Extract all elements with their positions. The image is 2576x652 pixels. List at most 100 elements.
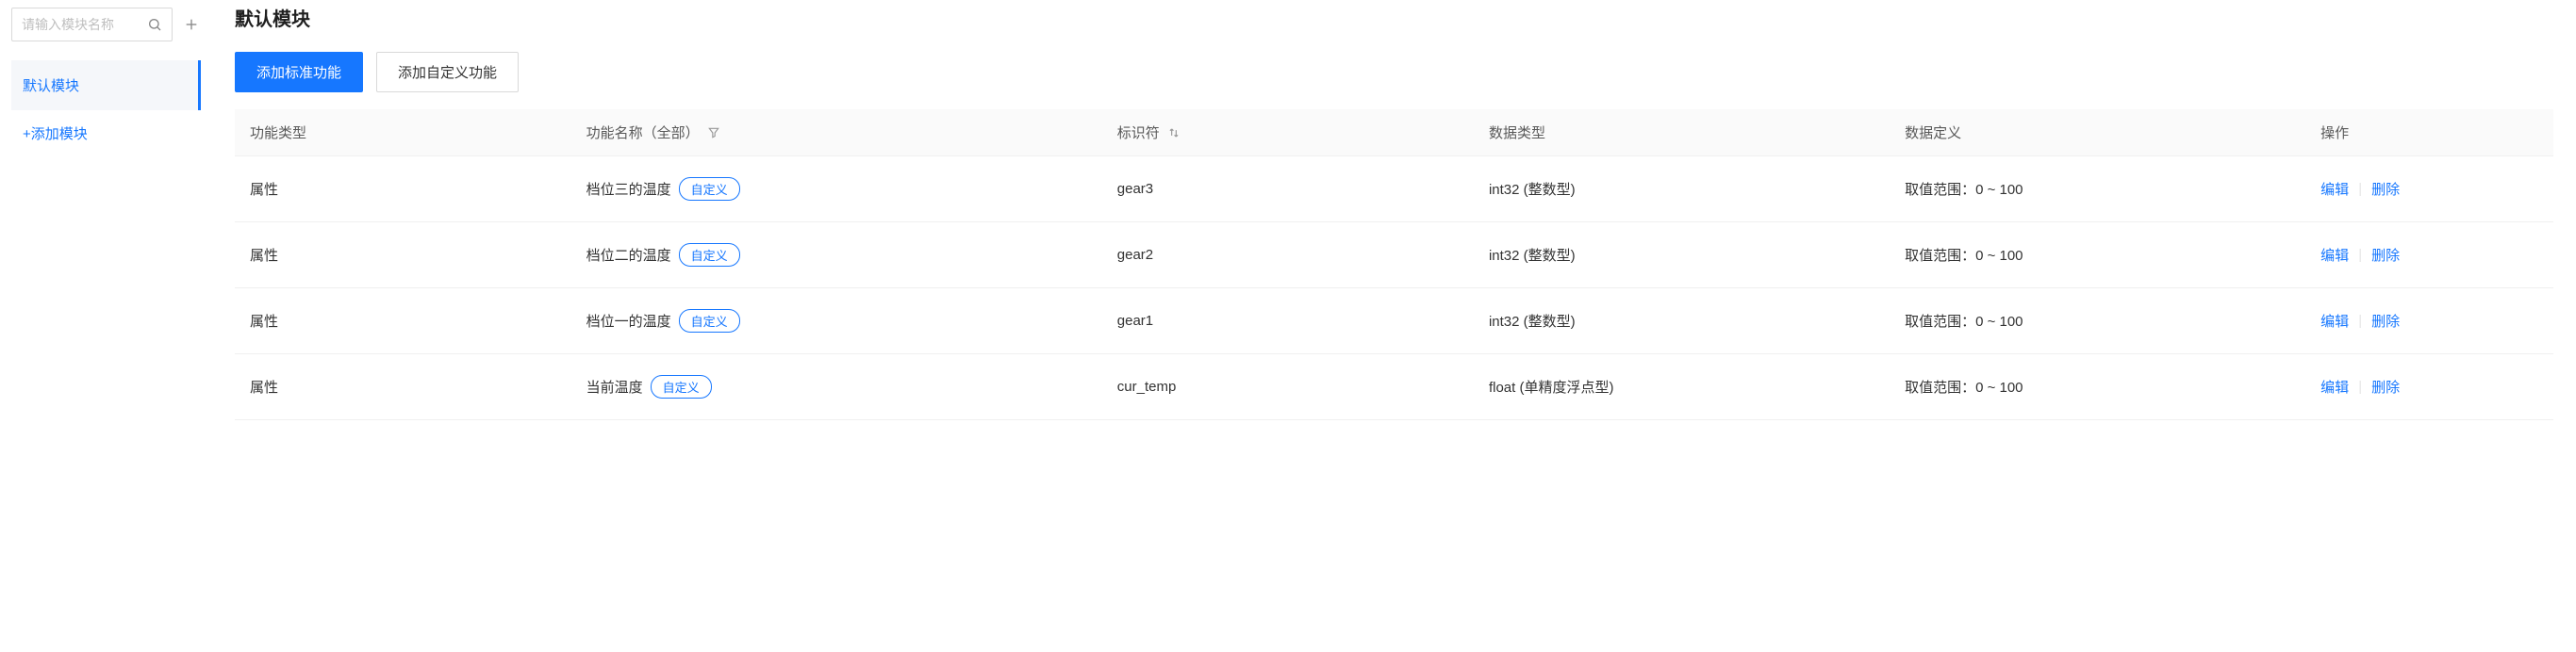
th-type: 功能类型 <box>235 109 571 156</box>
cell-identifier-text: gear1 <box>1117 313 1153 329</box>
filter-icon[interactable] <box>707 126 720 139</box>
th-identifier-label: 标识符 <box>1117 122 1160 142</box>
cell-identifier: gear1 <box>1102 288 1474 354</box>
action-links: 编辑 | 删除 <box>2320 245 2538 265</box>
cell-data-def-text: 取值范围：0 ~ 100 <box>1905 380 2023 396</box>
cell-type-text: 属性 <box>250 380 278 396</box>
custom-tag: 自定义 <box>679 243 740 267</box>
th-data-type: 数据类型 <box>1474 109 1890 156</box>
page-title: 默认模块 <box>235 4 2553 31</box>
cell-data-type: int32 (整数型) <box>1474 288 1890 354</box>
action-divider: | <box>2358 181 2362 197</box>
cell-type: 属性 <box>235 222 571 288</box>
cell-data-type-text: int32 (整数型) <box>1489 182 1576 198</box>
action-divider: | <box>2358 313 2362 329</box>
cell-name: 档位一的温度自定义 <box>571 288 1102 354</box>
add-custom-button[interactable]: 添加自定义功能 <box>376 52 519 92</box>
cell-data-def: 取值范围：0 ~ 100 <box>1890 222 2305 288</box>
cell-identifier-text: gear3 <box>1117 181 1153 197</box>
cell-name-text: 档位三的温度 <box>586 182 671 198</box>
cell-name-text: 档位二的温度 <box>586 248 671 264</box>
sort-icon[interactable] <box>1167 126 1181 139</box>
th-ops-label: 操作 <box>2320 125 2349 141</box>
cell-data-def-text: 取值范围：0 ~ 100 <box>1905 248 2023 264</box>
th-name[interactable]: 功能名称（全部） <box>571 109 1102 156</box>
custom-tag: 自定义 <box>651 375 712 399</box>
cell-type-text: 属性 <box>250 314 278 330</box>
add-standard-button[interactable]: 添加标准功能 <box>235 52 363 92</box>
cell-data-def: 取值范围：0 ~ 100 <box>1890 156 2305 222</box>
custom-tag: 自定义 <box>679 309 740 333</box>
cell-identifier-text: gear2 <box>1117 247 1153 263</box>
cell-identifier-text: cur_temp <box>1117 379 1177 395</box>
edit-link[interactable]: 编辑 <box>2320 311 2349 331</box>
cell-ops: 编辑 | 删除 <box>2305 156 2553 222</box>
cell-data-def: 取值范围：0 ~ 100 <box>1890 354 2305 420</box>
cell-type-text: 属性 <box>250 182 278 198</box>
cell-data-type: int32 (整数型) <box>1474 222 1890 288</box>
edit-link[interactable]: 编辑 <box>2320 377 2349 397</box>
th-name-label: 功能名称（全部） <box>586 122 700 142</box>
add-module-label: +添加模块 <box>23 126 88 142</box>
cell-identifier: gear2 <box>1102 222 1474 288</box>
search-input[interactable] <box>22 17 147 32</box>
module-list: 默认模块 +添加模块 <box>11 60 201 156</box>
th-data-type-label: 数据类型 <box>1489 125 1545 141</box>
cell-ops: 编辑 | 删除 <box>2305 222 2553 288</box>
th-data-def: 数据定义 <box>1890 109 2305 156</box>
sidebar-item-label: 默认模块 <box>23 78 79 94</box>
th-identifier[interactable]: 标识符 <box>1102 109 1474 156</box>
th-type-label: 功能类型 <box>250 125 306 141</box>
search-icon <box>147 17 162 32</box>
sidebar-item-default-module[interactable]: 默认模块 <box>11 60 201 110</box>
cell-name: 档位二的温度自定义 <box>571 222 1102 288</box>
delete-link[interactable]: 删除 <box>2371 311 2400 331</box>
sidebar: 默认模块 +添加模块 <box>0 0 212 652</box>
search-box[interactable] <box>11 8 173 41</box>
delete-link[interactable]: 删除 <box>2371 377 2400 397</box>
cell-type-text: 属性 <box>250 248 278 264</box>
table-row: 属性档位二的温度自定义gear2int32 (整数型)取值范围：0 ~ 100 … <box>235 222 2553 288</box>
table-row: 属性 当前温度自定义 cur_temp float (单精度浮点型) 取值范围：0 ~ … <box>235 354 2553 420</box>
edit-link[interactable]: 编辑 <box>2320 179 2349 199</box>
action-links: 编辑 | 删除 <box>2320 311 2538 331</box>
cell-data-type: int32 (整数型) <box>1474 156 1890 222</box>
cell-data-type-text: float (单精度浮点型) <box>1489 380 1614 396</box>
cell-identifier: gear3 <box>1102 156 1474 222</box>
table-header-row: 功能类型 功能名称（全部） 标识符 <box>235 109 2553 156</box>
button-row: 添加标准功能 添加自定义功能 <box>235 52 2553 92</box>
cell-data-type-text: int32 (整数型) <box>1489 314 1576 330</box>
cell-name: 当前温度自定义 <box>571 354 1102 420</box>
cell-name-text: 档位一的温度 <box>586 314 671 330</box>
cell-type: 属性 <box>235 354 571 420</box>
action-divider: | <box>2358 379 2362 395</box>
cell-type: 属性 <box>235 288 571 354</box>
delete-link[interactable]: 删除 <box>2371 245 2400 265</box>
cell-data-type-text: int32 (整数型) <box>1489 248 1576 264</box>
table-row: 属性档位一的温度自定义gear1int32 (整数型)取值范围：0 ~ 100 … <box>235 288 2553 354</box>
action-links: 编辑 | 删除 <box>2320 179 2538 199</box>
cell-ops: 编辑 | 删除 <box>2305 354 2553 420</box>
delete-link[interactable]: 删除 <box>2371 179 2400 199</box>
cell-type: 属性 <box>235 156 571 222</box>
cell-data-def-text: 取值范围：0 ~ 100 <box>1905 314 2023 330</box>
table-row: 属性档位三的温度自定义gear3int32 (整数型)取值范围：0 ~ 100 … <box>235 156 2553 222</box>
cell-identifier: cur_temp <box>1102 354 1474 420</box>
cell-ops: 编辑 | 删除 <box>2305 288 2553 354</box>
cell-data-def-text: 取值范围：0 ~ 100 <box>1905 182 2023 198</box>
custom-tag: 自定义 <box>679 177 740 201</box>
cell-data-def: 取值范围：0 ~ 100 <box>1890 288 2305 354</box>
feature-table: 功能类型 功能名称（全部） 标识符 <box>235 109 2553 420</box>
cell-name: 档位三的温度自定义 <box>571 156 1102 222</box>
th-data-def-label: 数据定义 <box>1905 125 1961 141</box>
cell-name-text: 当前温度 <box>586 380 643 396</box>
search-row <box>11 8 201 41</box>
main-content: 默认模块 添加标准功能 添加自定义功能 功能类型 功能名称（全部） <box>212 0 2576 652</box>
action-divider: | <box>2358 247 2362 263</box>
add-module-link[interactable]: +添加模块 <box>11 110 201 156</box>
th-ops: 操作 <box>2305 109 2553 156</box>
edit-link[interactable]: 编辑 <box>2320 245 2349 265</box>
plus-icon[interactable] <box>182 15 201 34</box>
cell-data-type: float (单精度浮点型) <box>1474 354 1890 420</box>
action-links: 编辑 | 删除 <box>2320 377 2538 397</box>
